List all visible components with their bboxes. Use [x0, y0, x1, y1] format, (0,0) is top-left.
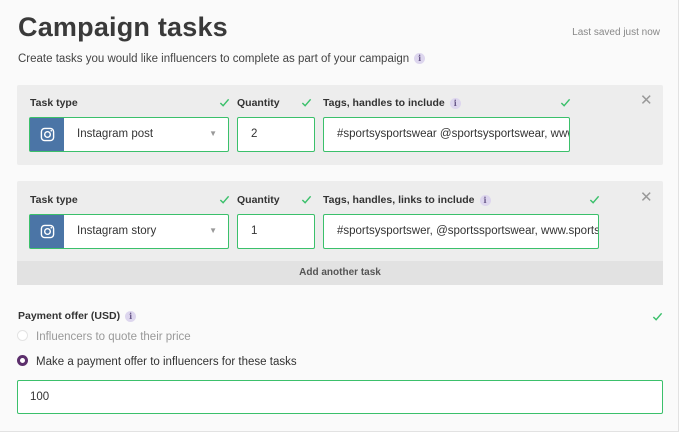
quantity-input[interactable]: 2	[237, 117, 315, 152]
checkmark-icon	[652, 312, 663, 321]
task-type-value: Instagram post	[77, 128, 154, 140]
info-icon[interactable]: i	[449, 97, 461, 109]
subtitle-text: Create tasks you would like influencers …	[18, 53, 410, 65]
radio-label: Influencers to quote their price	[36, 331, 191, 343]
quantity-label: Quantity	[237, 97, 280, 109]
task-card: Task type Quantity Tags, handles, links …	[17, 181, 663, 285]
task-type-select[interactable]: Instagram post ▼	[29, 117, 229, 152]
checkmark-icon	[589, 195, 600, 204]
task-card: Task type Quantity Tags, handles to incl…	[17, 85, 663, 165]
tags-input[interactable]: #sportsysportswer, @sportssportswear, ww…	[323, 214, 599, 249]
add-task-button[interactable]: Add another task	[17, 261, 663, 285]
checkmark-icon	[301, 98, 312, 107]
checkmark-icon	[301, 195, 312, 204]
info-icon[interactable]: i	[125, 310, 137, 322]
info-icon[interactable]: i	[414, 53, 426, 65]
tags-input[interactable]: #sportsysportswear @sportsysportswear, w…	[323, 117, 570, 152]
radio-button[interactable]	[17, 330, 28, 342]
close-icon[interactable]: ✕	[640, 93, 653, 108]
page-subtitle: Create tasks you would like influencers …	[18, 53, 426, 65]
tags-label-text: Tags, handles, links to include	[323, 194, 475, 206]
page-title: Campaign tasks	[18, 12, 228, 42]
radio-option-quote[interactable]: Influencers to quote their price	[17, 330, 191, 343]
tags-label-text: Tags, handles to include	[323, 97, 445, 109]
task-type-select[interactable]: Instagram story ▼	[29, 214, 229, 249]
payment-label-text: Payment offer (USD)	[18, 310, 121, 322]
task-type-label: Task type	[30, 97, 78, 109]
tags-label: Tags, handles, links to include i	[323, 194, 491, 206]
chevron-down-icon: ▼	[209, 226, 217, 235]
checkmark-icon	[560, 98, 571, 107]
chevron-down-icon: ▼	[209, 129, 217, 138]
radio-button[interactable]	[17, 355, 28, 367]
instagram-icon	[30, 118, 64, 151]
quantity-label: Quantity	[237, 194, 280, 206]
radio-label: Make a payment offer to influencers for …	[36, 356, 297, 368]
radio-option-offer[interactable]: Make a payment offer to influencers for …	[17, 355, 297, 368]
info-icon[interactable]: i	[479, 194, 491, 206]
tags-label: Tags, handles to include i	[323, 97, 461, 109]
payment-label: Payment offer (USD) i	[18, 310, 137, 322]
instagram-icon	[30, 215, 64, 248]
checkmark-icon	[219, 98, 230, 107]
close-icon[interactable]: ✕	[640, 190, 653, 205]
campaign-tasks-panel: Campaign tasks Last saved just now Creat…	[0, 0, 679, 432]
payment-offer-input[interactable]: 100	[17, 380, 663, 414]
checkmark-icon	[219, 195, 230, 204]
quantity-input[interactable]: 1	[237, 214, 315, 249]
task-type-value: Instagram story	[77, 225, 157, 237]
last-saved-status: Last saved just now	[572, 27, 660, 38]
task-type-label: Task type	[30, 194, 78, 206]
